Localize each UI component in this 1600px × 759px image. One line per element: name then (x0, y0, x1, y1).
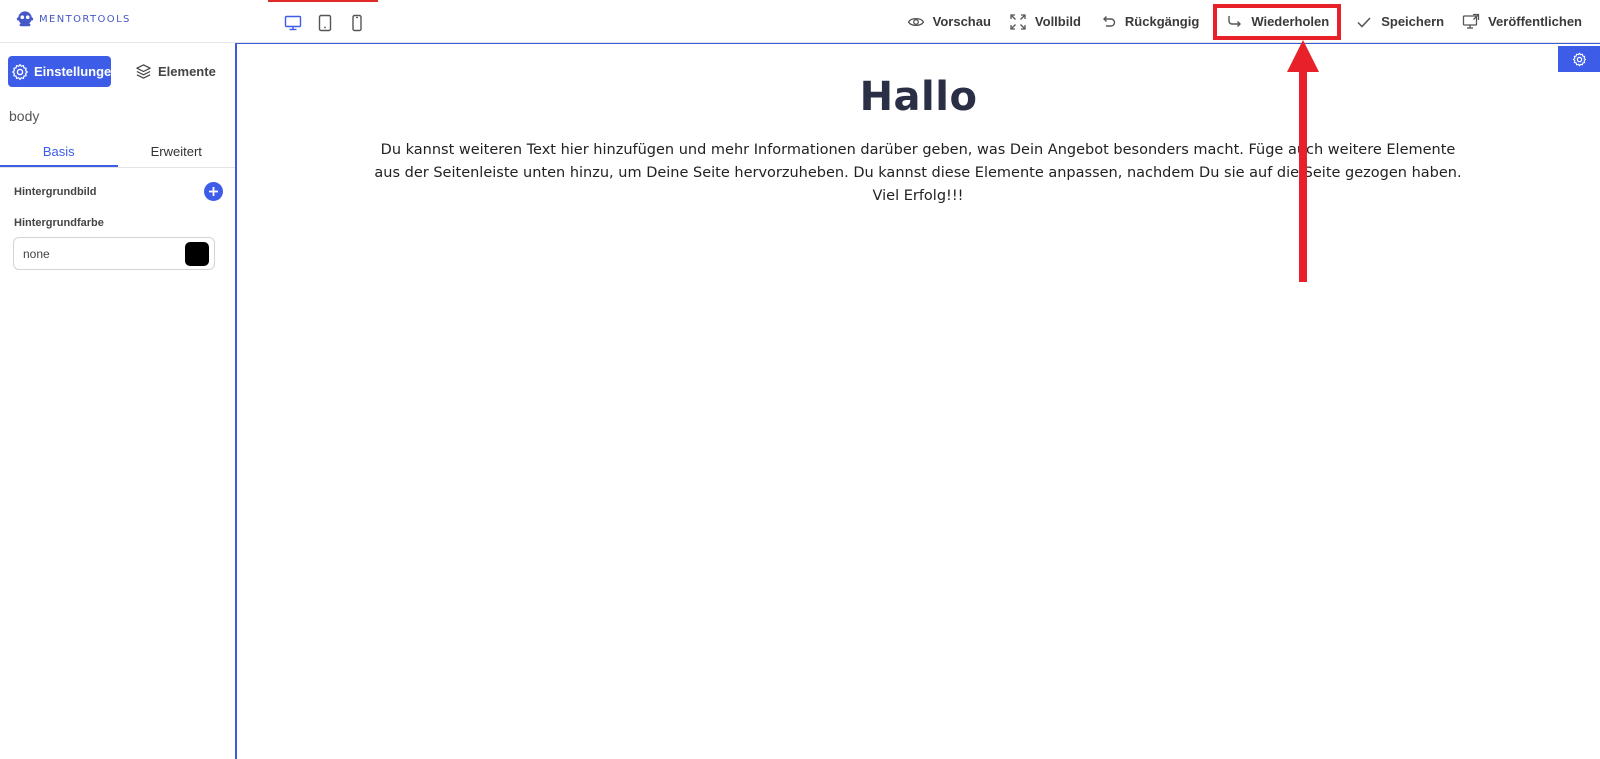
redo-label: Wiederholen (1251, 14, 1330, 29)
checkmark-icon (1357, 16, 1371, 28)
preview-label: Vorschau (932, 14, 991, 29)
gear-icon (12, 63, 28, 80)
background-image-row: Hintergrundbild (0, 182, 235, 201)
layers-icon (136, 64, 151, 79)
background-image-label: Hintergrundbild (14, 185, 97, 198)
mentortools-logo-icon (16, 11, 34, 27)
tab-elements[interactable]: Elemente (135, 63, 216, 80)
device-desktop-button[interactable] (284, 14, 302, 32)
undo-label: Rückgängig (1124, 14, 1200, 29)
tab-settings-label: Einstellungen (34, 64, 111, 79)
publish-monitor-icon (1462, 13, 1480, 29)
hero-heading[interactable]: Hallo (237, 74, 1600, 120)
fullscreen-label: Vollbild (1034, 14, 1081, 29)
eye-icon (907, 17, 924, 26)
undo-button[interactable]: Rückgängig (1091, 7, 1207, 37)
device-tablet-button[interactable] (316, 14, 334, 32)
page-canvas[interactable]: Hallo Du kannst weiteren Text hier hinzu… (237, 43, 1600, 759)
background-color-input[interactable] (23, 246, 163, 261)
background-color-field (13, 237, 215, 270)
publish-label: Veröffentlichen (1488, 14, 1582, 29)
save-label: Speichern (1381, 14, 1445, 29)
fullscreen-button[interactable]: Vollbild (1001, 7, 1089, 37)
subtab-basic[interactable]: Basis (0, 138, 118, 167)
tablet-icon (318, 14, 332, 31)
desktop-icon (284, 15, 302, 30)
brand-name: MENTORTOOLS (39, 13, 131, 25)
expand-icon (1010, 13, 1026, 30)
redo-button[interactable]: Wiederholen (1213, 3, 1342, 40)
redo-icon (1228, 15, 1242, 27)
add-background-image-button[interactable] (204, 182, 223, 201)
settings-subtabs: Basis Erweitert (0, 138, 235, 168)
canvas-settings-button[interactable] (1558, 46, 1600, 72)
plus-icon (209, 187, 218, 196)
hero-paragraph[interactable]: Du kannst weiteren Text hier hinzufügen … (372, 139, 1464, 208)
mobile-icon (352, 14, 362, 31)
publish-button[interactable]: Veröffentlichen (1454, 7, 1590, 37)
undo-icon (1102, 15, 1116, 27)
settings-sidebar: Einstellungen Elemente body Basis Erweit… (0, 43, 237, 759)
save-button[interactable]: Speichern (1347, 7, 1452, 37)
tab-settings[interactable]: Einstellungen (8, 56, 111, 87)
background-color-swatch[interactable] (185, 241, 209, 266)
tab-elements-label: Elemente (158, 64, 216, 79)
device-switcher (268, 0, 378, 43)
preview-button[interactable]: Vorschau (899, 7, 999, 37)
selected-element-name: body (9, 108, 40, 124)
brand-logo[interactable]: MENTORTOOLS (16, 10, 131, 28)
top-toolbar: MENTORTOOLS Vorschau Vollbild Rückgängig… (0, 0, 1600, 43)
subtab-advanced[interactable]: Erweitert (118, 138, 236, 167)
toolbar-actions: Vorschau Vollbild Rückgängig Wiederholen (897, 0, 1590, 43)
gear-icon (1572, 52, 1586, 66)
sidebar-mode-tabs: Einstellungen Elemente (0, 43, 235, 87)
device-mobile-button[interactable] (348, 14, 366, 32)
background-color-label: Hintergrundfarbe (14, 217, 104, 229)
